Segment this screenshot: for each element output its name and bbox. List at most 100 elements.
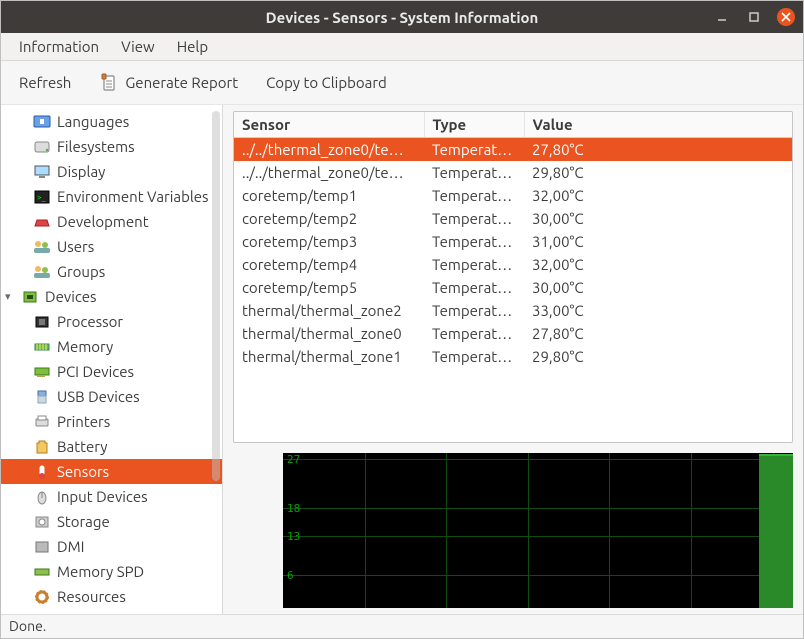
sidebar-item-resources[interactable]: Resources	[1, 584, 222, 609]
chart-wrap: 2718136	[233, 453, 793, 608]
sidebar-item-label: Display	[57, 163, 105, 180]
network-icon	[19, 613, 41, 615]
sidebar-group-network[interactable]: ▸Network	[1, 609, 222, 614]
sidebar-item-groups[interactable]: Groups	[1, 259, 222, 284]
generate-report-button[interactable]: Generate Report	[89, 68, 248, 98]
cell-type: Temperature	[424, 253, 524, 276]
printer-icon	[31, 413, 53, 431]
table-row[interactable]: coretemp/temp2Temperature30,00°C	[234, 207, 792, 230]
gridline-v	[609, 453, 610, 608]
sidebar-item-label: Memory	[57, 338, 113, 355]
sidebar-item-label: Input Devices	[57, 488, 148, 505]
sidebar-item-storage[interactable]: Storage	[1, 509, 222, 534]
refresh-label: Refresh	[19, 74, 71, 91]
mem-icon	[31, 338, 53, 356]
menu-help[interactable]: Help	[167, 35, 218, 58]
cell-value: 31,00°C	[524, 230, 792, 253]
sidebar-item-pci-devices[interactable]: PCI Devices	[1, 359, 222, 384]
cell-type: Temperature	[424, 207, 524, 230]
sidebar-item-printers[interactable]: Printers	[1, 409, 222, 434]
window-title: Devices - Sensors - System Information	[1, 9, 803, 26]
minimize-button[interactable]	[713, 8, 731, 26]
cell-type: Temperature	[424, 184, 524, 207]
sidebar-item-label: Filesystems	[57, 138, 135, 155]
sidebar-item-usb-devices[interactable]: USB Devices	[1, 384, 222, 409]
sidebar-item-sensors[interactable]: Sensors	[1, 459, 222, 484]
sidebar-scrollbar[interactable]	[212, 111, 220, 481]
menu-view[interactable]: View	[111, 35, 165, 58]
cell-value: 30,00°C	[524, 207, 792, 230]
sidebar-group-label: Network	[45, 613, 104, 614]
table-row[interactable]: coretemp/temp5Temperature30,00°C	[234, 276, 792, 299]
storage-icon	[31, 513, 53, 531]
table-row[interactable]: coretemp/temp1Temperature32,00°C	[234, 184, 792, 207]
cell-sensor: ../../thermal_zone0/temp2	[234, 161, 424, 184]
usb-icon	[31, 388, 53, 406]
sidebar-item-filesystems[interactable]: Filesystems	[1, 134, 222, 159]
col-value[interactable]: Value	[524, 112, 792, 138]
refresh-button[interactable]: Refresh	[9, 69, 81, 96]
maximize-button[interactable]	[745, 8, 763, 26]
main: Languages Filesystems Display >_ Environment…	[1, 105, 803, 614]
cell-sensor: coretemp/temp4	[234, 253, 424, 276]
svg-text:>_: >_	[37, 193, 46, 202]
table-row[interactable]: coretemp/temp4Temperature32,00°C	[234, 253, 792, 276]
sidebar-item-languages[interactable]: Languages	[1, 109, 222, 134]
sidebar-item-development[interactable]: Development	[1, 209, 222, 234]
table-row[interactable]: ../../thermal_zone0/temp1Temperature27,8…	[234, 138, 792, 162]
sidebar-item-memory-spd[interactable]: Memory SPD	[1, 559, 222, 584]
battery-icon	[31, 438, 53, 456]
sidebar-item-environment-variables[interactable]: >_ Environment Variables	[1, 184, 222, 209]
status-text: Done.	[9, 618, 46, 634]
gridline-v	[365, 453, 366, 608]
chip-icon	[19, 288, 41, 306]
sidebar-item-label: Processor	[57, 313, 123, 330]
sidebar-group-devices[interactable]: ▾Devices	[1, 284, 222, 309]
sidebar-item-label: DMI	[57, 538, 84, 555]
sidebar-item-label: Memory SPD	[57, 563, 144, 580]
cell-value: 30,00°C	[524, 276, 792, 299]
cell-sensor: coretemp/temp3	[234, 230, 424, 253]
sidebar-item-battery[interactable]: Battery	[1, 434, 222, 459]
sidebar-item-label: USB Devices	[57, 388, 140, 405]
menu-information[interactable]: Information	[9, 35, 109, 58]
cell-type: Temperature	[424, 161, 524, 184]
table-row[interactable]: thermal/thermal_zone1Temperature29,80°C	[234, 345, 792, 368]
titlebar: Devices - Sensors - System Information	[1, 1, 803, 33]
close-button[interactable]	[777, 8, 795, 26]
cell-sensor: thermal/thermal_zone0	[234, 322, 424, 345]
col-type[interactable]: Type	[424, 112, 524, 138]
cell-value: 27,80°C	[524, 138, 792, 162]
table-row[interactable]: thermal/thermal_zone0Temperature27,80°C	[234, 322, 792, 345]
report-icon	[99, 73, 119, 93]
copy-clipboard-button[interactable]: Copy to Clipboard	[256, 69, 397, 96]
cell-value: 32,00°C	[524, 253, 792, 276]
sidebar-item-label: Printers	[57, 413, 110, 430]
sidebar-item-label: Groups	[57, 263, 105, 280]
table-row[interactable]: thermal/thermal_zone2Temperature33,00°C	[234, 299, 792, 322]
sidebar-item-display[interactable]: Display	[1, 159, 222, 184]
sidebar-item-dmi[interactable]: DMI	[1, 534, 222, 559]
sensor-icon	[31, 463, 53, 481]
sidebar-item-label: Environment Variables	[57, 188, 209, 205]
cell-sensor: coretemp/temp2	[234, 207, 424, 230]
table-row[interactable]: ../../thermal_zone0/temp2Temperature29,8…	[234, 161, 792, 184]
resources-icon	[31, 588, 53, 606]
cell-sensor: coretemp/temp1	[234, 184, 424, 207]
cell-value: 27,80°C	[524, 322, 792, 345]
sidebar-item-users[interactable]: Users	[1, 234, 222, 259]
table-row[interactable]: coretemp/temp3Temperature31,00°C	[234, 230, 792, 253]
sidebar-item-input-devices[interactable]: Input Devices	[1, 484, 222, 509]
cell-value: 33,00°C	[524, 299, 792, 322]
sidebar-tree[interactable]: Languages Filesystems Display >_ Environment…	[1, 109, 222, 614]
col-sensor[interactable]: Sensor	[234, 112, 424, 138]
window-controls	[713, 8, 795, 26]
cell-type: Temperature	[424, 299, 524, 322]
sidebar-item-label: Sensors	[57, 463, 109, 480]
gridline-h	[283, 536, 793, 537]
sidebar-item-memory[interactable]: Memory	[1, 334, 222, 359]
sidebar-item-processor[interactable]: Processor	[1, 309, 222, 334]
cell-value: 32,00°C	[524, 184, 792, 207]
chart-tick: 13	[287, 530, 300, 543]
cell-sensor: thermal/thermal_zone2	[234, 299, 424, 322]
